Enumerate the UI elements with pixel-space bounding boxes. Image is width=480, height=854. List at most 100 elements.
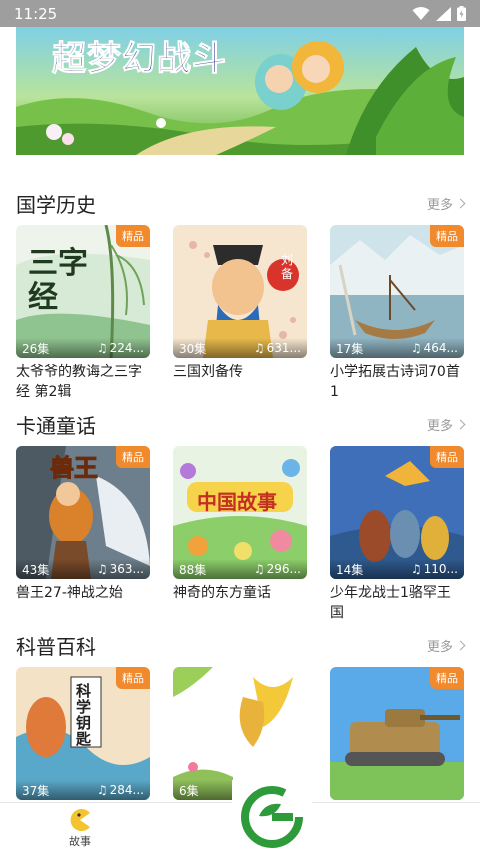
premium-badge: 精品 (116, 225, 150, 247)
cover-footer: 30集 ♫ 631... (173, 338, 307, 358)
pacman-icon (70, 808, 90, 831)
album-cover: 刘备 30集 ♫ 631... (173, 225, 307, 358)
music-note-icon: ♫ (96, 562, 108, 576)
album-cover: 三字经 精品 26集 ♫ 224... (16, 225, 150, 358)
episode-count: 14集 (336, 562, 364, 577)
cover-footer: 26集 ♫ 224... (16, 338, 150, 358)
play-count: ♫ 363... (97, 562, 144, 576)
section-title: 国学历史 (16, 192, 96, 217)
play-count-value: 631... (266, 341, 301, 355)
music-note-icon: ♫ (96, 783, 108, 797)
cover-title: 兽王 (50, 454, 99, 483)
episode-count: 37集 (22, 783, 50, 798)
album-card[interactable]: 科学钥匙 精品 37集 ♫ 284... (16, 667, 150, 800)
cell-signal-icon (436, 6, 451, 21)
chevron-right-icon (455, 640, 466, 650)
more-label: 更多 (426, 197, 453, 213)
premium-badge: 精品 (430, 225, 464, 247)
album-row-cartoon: 兽王 精品 43集 ♫ 363... 兽王27-神战之始 中国故事 88集 ♫ … (16, 446, 464, 626)
album-cover: 精品 14集 ♫ 110... (330, 446, 464, 579)
more-label: 更多 (426, 639, 453, 655)
featured-banner[interactable]: 超梦幻战斗 (16, 27, 464, 155)
album-cover: 精品 (330, 667, 464, 800)
cover-title: 中国故事 (197, 490, 277, 514)
tab-story[interactable]: 故事 (0, 803, 160, 854)
music-note-icon: ♫ (253, 562, 265, 576)
cover-title: 刘备 (281, 253, 294, 281)
music-note-icon: ♫ (96, 341, 108, 355)
album-card[interactable]: 刘备 30集 ♫ 631... 三国刘备传 (173, 225, 307, 382)
episode-count: 43集 (22, 562, 50, 577)
play-count-value: 363... (109, 562, 144, 576)
battery-icon (457, 6, 466, 21)
music-note-icon: ♫ (410, 341, 422, 355)
cover-footer: 43集 ♫ 363... (16, 559, 150, 579)
play-count-value: 110... (423, 562, 458, 576)
cover-footer: 88集 ♫ 296... (173, 559, 307, 579)
play-count: ♫ 631... (254, 341, 301, 355)
album-card[interactable]: 精品 (330, 667, 464, 800)
cover-title: 科学钥匙 (76, 682, 92, 748)
section-header-science: 科普百科 更多 (16, 630, 466, 660)
album-title: 神奇的东方童话 (173, 585, 271, 601)
play-count: ♫ 296... (254, 562, 301, 576)
more-link[interactable]: 更多 (426, 636, 466, 655)
cover-footer: 17集 ♫ 464... (330, 338, 464, 358)
album-title: 三国刘备传 (173, 364, 243, 380)
play-count: ♫ 224... (97, 341, 144, 355)
tab-right[interactable] (320, 803, 480, 854)
play-count-value: 284... (109, 783, 144, 797)
album-title: 兽王27-神战之始 (16, 585, 123, 601)
section-title: 科普百科 (16, 634, 96, 659)
play-count: ♫ 284... (97, 783, 144, 797)
premium-badge: 精品 (430, 446, 464, 468)
status-bar: 11:25 (0, 0, 480, 27)
green-leaf-logo-icon (241, 786, 303, 848)
album-row-guoxue: 三字经 精品 26集 ♫ 224... 太爷爷的教诲之三字经 第2辑 刘备 30… (16, 225, 464, 405)
episode-count: 26集 (22, 341, 50, 356)
episode-count: 30集 (179, 341, 207, 356)
album-card[interactable]: 精品 17集 ♫ 464... 小学拓展古诗词70首 1 (330, 225, 464, 402)
music-note-icon: ♫ (410, 562, 422, 576)
album-cover: 精品 17集 ♫ 464... (330, 225, 464, 358)
banner-title: 超梦幻战斗 (52, 39, 227, 80)
album-cover: 科学钥匙 精品 37集 ♫ 284... (16, 667, 150, 800)
status-icons (412, 6, 466, 21)
play-count-value: 464... (423, 341, 458, 355)
album-card[interactable]: 兽王 精品 43集 ♫ 363... 兽王27-神战之始 (16, 446, 150, 603)
section-title: 卡通童话 (16, 413, 96, 438)
tab-label: 故事 (69, 834, 91, 848)
episode-count: 6集 (179, 783, 199, 798)
wifi-icon (412, 6, 430, 20)
music-note-icon: ♫ (253, 341, 265, 355)
section-header-cartoon: 卡通童话 更多 (16, 409, 466, 439)
album-card[interactable]: 中国故事 88集 ♫ 296... 神奇的东方童话 (173, 446, 307, 603)
album-card[interactable]: 精品 14集 ♫ 110... 少年龙战士1骆罕王国 (330, 446, 464, 623)
play-count-value: 224... (109, 341, 144, 355)
more-link[interactable]: 更多 (426, 194, 466, 213)
play-count-value: 296... (266, 562, 301, 576)
album-title: 少年龙战士1骆罕王国 (330, 585, 451, 621)
episode-count: 88集 (179, 562, 207, 577)
album-cover: 兽王 精品 43集 ♫ 363... (16, 446, 150, 579)
premium-badge: 精品 (430, 667, 464, 689)
play-count: ♫ 464... (411, 341, 458, 355)
cover-footer: 14集 ♫ 110... (330, 559, 464, 579)
chevron-right-icon (455, 419, 466, 429)
premium-badge: 精品 (116, 446, 150, 468)
album-title: 小学拓展古诗词70首 1 (330, 364, 460, 400)
play-count: ♫ 110... (411, 562, 458, 576)
album-title: 太爷爷的教诲之三字经 第2辑 (16, 364, 142, 400)
premium-badge: 精品 (116, 667, 150, 689)
cover-title: 三字经 (28, 246, 88, 315)
episode-count: 17集 (336, 341, 364, 356)
album-card[interactable]: 三字经 精品 26集 ♫ 224... 太爷爷的教诲之三字经 第2辑 (16, 225, 150, 402)
cover-footer: 37集 ♫ 284... (16, 780, 150, 800)
section-header-guoxue: 国学历史 更多 (16, 188, 466, 218)
more-link[interactable]: 更多 (426, 415, 466, 434)
more-label: 更多 (426, 418, 453, 434)
album-cover: 中国故事 88集 ♫ 296... (173, 446, 307, 579)
chevron-right-icon (455, 198, 466, 208)
status-time: 11:25 (14, 4, 58, 23)
app-logo-overlay (232, 780, 312, 854)
